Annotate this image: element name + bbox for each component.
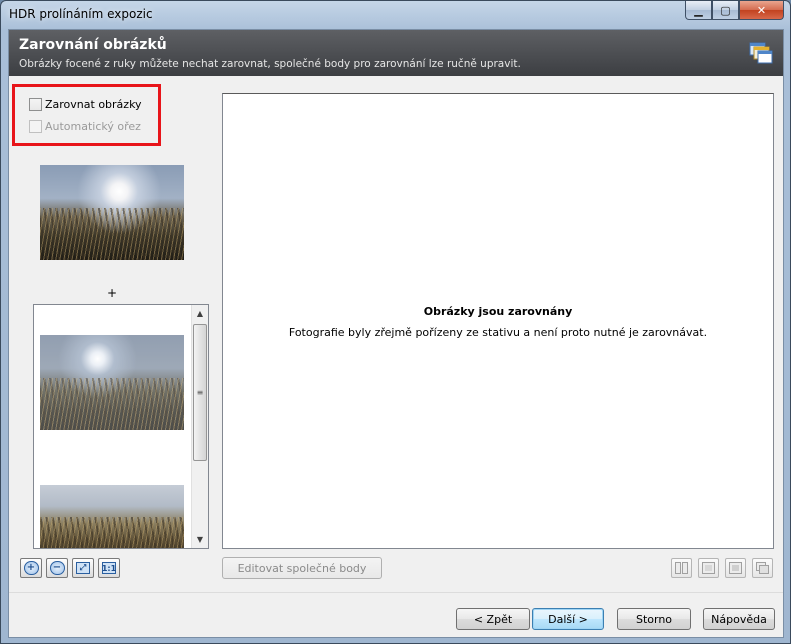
maximize-button[interactable]: ▢ xyxy=(712,1,739,20)
side-by-side-view-button xyxy=(671,558,692,578)
page-title: Zarovnání obrázků xyxy=(19,37,167,53)
alignment-preview-panel: Obrázky jsou zarovnány Fotografie byly z… xyxy=(222,93,774,549)
stacked-view-icon xyxy=(756,562,769,574)
zoom-out-icon: − xyxy=(49,561,65,575)
autocrop-label: Automatický ořez xyxy=(45,120,141,133)
help-button[interactable]: Nápověda xyxy=(703,608,775,630)
list-item-image[interactable] xyxy=(40,335,184,430)
minimize-button[interactable]: ▁ xyxy=(685,1,712,20)
single-view-icon xyxy=(702,562,715,574)
windows-stack-icon xyxy=(749,42,773,64)
scroll-up-arrow-icon[interactable]: ▲ xyxy=(192,305,208,322)
cancel-button[interactable]: Storno xyxy=(617,608,691,630)
caption-buttons: ▁ ▢ ✕ xyxy=(685,1,784,21)
listbox-scrollbar[interactable]: ▲ ≡ ▼ xyxy=(191,305,208,548)
page-subtitle: Obrázky focené z ruky můžete nechat zaro… xyxy=(19,58,521,70)
title-bar[interactable]: HDR prolínáním expozic ▁ ▢ ✕ xyxy=(1,1,790,29)
plus-sign: + xyxy=(107,286,118,300)
images-listbox[interactable]: ▲ ≡ ▼ xyxy=(33,304,209,549)
autocrop-option: Automatický ořez xyxy=(29,120,141,133)
zoom-in-icon: + xyxy=(23,561,39,575)
align-images-label[interactable]: Zarovnat obrázky xyxy=(45,98,142,111)
align-images-option[interactable]: Zarovnat obrázky xyxy=(29,98,142,111)
zoom-out-button[interactable]: − xyxy=(46,558,68,578)
preview-title: Obrázky jsou zarovnány xyxy=(423,305,573,318)
close-button[interactable]: ✕ xyxy=(739,1,784,20)
back-button[interactable]: < Zpět xyxy=(456,608,530,630)
scroll-down-arrow-icon[interactable]: ▼ xyxy=(192,531,208,548)
footer-separator xyxy=(9,592,783,593)
side-by-side-icon xyxy=(675,562,688,574)
grass-texture xyxy=(40,207,184,260)
autocrop-checkbox xyxy=(29,120,42,133)
actual-size-button[interactable]: 1:1 xyxy=(98,558,120,578)
grass-texture xyxy=(40,377,184,430)
zoom-toolbar: + − ⤢ 1:1 xyxy=(20,558,120,578)
overlay-view-button xyxy=(725,558,746,578)
zoom-in-button[interactable]: + xyxy=(20,558,42,578)
view-mode-toolbar xyxy=(671,558,773,578)
reference-image-thumbnail[interactable] xyxy=(40,165,184,260)
list-item-image[interactable] xyxy=(40,485,184,548)
scroll-thumb[interactable]: ≡ xyxy=(193,324,207,461)
single-view-button xyxy=(698,558,719,578)
wizard-client-area: Zarovnání obrázků Obrázky focené z ruky … xyxy=(8,29,784,638)
window-title: HDR prolínáním expozic xyxy=(9,7,153,21)
wizard-window: HDR prolínáním expozic ▁ ▢ ✕ Zarovnání o… xyxy=(0,0,791,644)
fit-to-window-button[interactable]: ⤢ xyxy=(72,558,94,578)
preview-message: Fotografie byly zřejmě pořízeny ze stati… xyxy=(288,326,708,339)
wizard-header: Zarovnání obrázků Obrázky focené z ruky … xyxy=(9,30,783,76)
stacked-view-button xyxy=(752,558,773,578)
overlay-view-icon xyxy=(729,562,742,574)
actual-size-icon: 1:1 xyxy=(101,562,117,574)
alignment-options-highlight xyxy=(12,84,161,146)
grass-texture xyxy=(40,516,184,548)
fit-icon: ⤢ xyxy=(76,562,90,574)
align-images-checkbox[interactable] xyxy=(29,98,42,111)
next-button[interactable]: Další > xyxy=(532,608,604,630)
edit-common-points-button: Editovat společné body xyxy=(222,557,382,579)
